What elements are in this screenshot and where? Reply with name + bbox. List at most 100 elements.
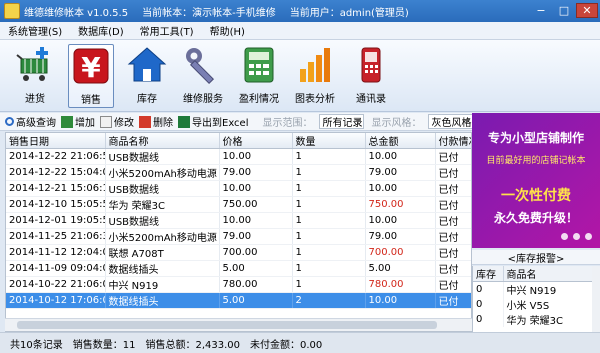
table-row[interactable]: 2014-11-09 09:04:02 数据线插头 5.00 1 5.00 已付 [6,260,471,277]
cell-product: 中兴 N919 [105,276,220,293]
stock-row[interactable]: 0 华为 荣耀3C [473,312,594,327]
inventory-button[interactable]: 库存 [124,44,170,108]
export-excel-label: 导出到Excel [192,118,249,129]
bar-chart-icon [295,44,335,86]
stock-alert-title: <库存报警> [472,250,600,265]
delete-button[interactable]: 删除 [139,114,173,129]
export-excel-button[interactable]: 导出到Excel [178,114,249,129]
style-select[interactable]: 灰色风格 [427,114,473,129]
cell-qty: 1 [292,196,366,213]
col-quantity[interactable]: 数量 [292,133,366,149]
chart-analysis-button[interactable]: 图表分析 [292,44,338,108]
cell-payment: 已付 [435,228,471,245]
inventory-label: 库存 [137,94,157,105]
current-ledger: 当前帐本：演示帐本-手机维修 [142,7,276,19]
wrench-icon [183,44,223,86]
menu-system[interactable]: 系统管理(S) [0,23,70,38]
stock-row[interactable]: 0 中兴 N919 [473,281,594,297]
search-icon [5,117,14,126]
edit-button[interactable]: 修改 [100,114,134,129]
cell-total: 10.00 [365,180,436,197]
purchase-button[interactable]: 进货 [12,44,58,108]
col-sale-date[interactable]: 销售日期 [6,133,106,149]
stock-alert-table: 库存 商品名 0 中兴 N919 0 小米 V5S 0 华为 荣耀3C [472,266,600,332]
status-bar: 共10条记录 销售数量：11 销售总额：2,433.00 未付金额：0.00 [0,332,600,353]
phone-icon [351,44,391,86]
style-label: 显示风格： [371,118,422,129]
cell-date: 2014-12-22 21:06:50 [6,148,106,165]
stock-row[interactable]: 0 小米 V5S [473,297,594,312]
cell-total: 79.00 [365,228,436,245]
add-label: 增加 [75,118,95,129]
menu-help[interactable]: 帮助(H) [202,23,253,38]
table-row[interactable]: 2014-10-12 17:06:02 数据线插头 5.00 2 10.00 已付 [6,292,471,309]
cell-stock-product: 小米 V5S [503,297,594,312]
range-select[interactable]: 所有记录 [318,114,364,129]
col-price[interactable]: 价格 [219,133,293,149]
chart-analysis-label: 图表分析 [295,94,335,105]
vertical-scrollbar[interactable] [592,266,600,332]
menu-tools[interactable]: 常用工具(T) [132,23,202,38]
repair-service-button[interactable]: 维修服务 [180,44,226,108]
cell-date: 2014-12-21 15:06:11 [6,180,106,197]
cell-total: 10.00 [365,212,436,229]
col-product-name[interactable]: 商品名称 [105,133,220,149]
svg-text:¥: ¥ [81,51,101,84]
cell-payment: 已付 [435,292,471,309]
profit-button[interactable]: 盈利情况 [236,44,282,108]
delete-icon [139,115,151,128]
unpaid-amount: 未付金额：0.00 [250,339,323,351]
cell-total: 10.00 [365,292,436,309]
yen-icon: ¥ [71,45,111,87]
carousel-dot[interactable] [585,233,592,240]
col-payment[interactable]: 付款情况 [435,133,471,149]
sales-label: 销售 [81,95,101,106]
cell-stock-qty: 0 [473,297,504,312]
table-header: 销售日期 商品名称 价格 数量 总金额 付款情况 [6,133,471,149]
promo-line-4: 永久免费升级！ [493,211,578,225]
cell-stock-product: 中兴 N919 [503,281,594,297]
menu-database[interactable]: 数据库(D) [70,23,132,38]
cell-price: 79.00 [219,228,293,245]
cell-price: 79.00 [219,164,293,181]
maximize-icon[interactable]: □ [553,3,575,18]
scrollbar-thumb[interactable] [17,321,437,329]
carousel-dot[interactable] [573,233,580,240]
contacts-button[interactable]: 通讯录 [348,44,394,108]
table-row[interactable]: 2014-11-12 12:04:01 联想 A708T 700.00 1 700.00… [6,244,471,261]
edit-label: 修改 [114,118,134,129]
edit-icon [100,115,112,128]
sales-table: 销售日期 商品名称 价格 数量 总金额 付款情况 2014-12-22 21:0… [5,132,472,332]
close-icon[interactable]: ✕ [576,3,598,18]
table-row[interactable]: 2014-10-22 21:06:04 中兴 N919 780.00 1 780.00 已… [6,276,471,293]
table-row[interactable]: 2014-12-01 19:05:55 USB数据线 10.00 1 10.00 已付 [6,212,471,229]
cell-price: 700.00 [219,244,293,261]
chevron-down-icon [354,119,361,123]
cell-payment: 已付 [435,260,471,277]
col-stock-product[interactable]: 商品名 [503,266,594,282]
cell-payment: 已付 [435,196,471,213]
table-row[interactable]: 2014-12-21 15:06:11 USB数据线 10.00 1 10.00 已付 [6,180,471,197]
carousel-dot[interactable] [561,233,568,240]
horizontal-scrollbar[interactable] [5,318,472,331]
sales-button[interactable]: ¥ 销售 [68,44,114,108]
table-row[interactable]: 2014-12-22 15:04:02 小米5200mAh移动电源 79.00 1 79… [6,164,471,181]
cell-total: 750.00 [365,196,436,213]
cell-price: 750.00 [219,196,293,213]
cell-qty: 1 [292,212,366,229]
table-row[interactable]: 2014-12-10 15:05:50 华为 荣耀3C 750.00 1 750.00 已… [6,196,471,213]
minimize-icon[interactable]: − [530,3,552,18]
add-button[interactable]: 增加 [61,114,95,129]
table-row[interactable]: 2014-11-25 21:06:37 小米5200mAh移动电源 79.00 1 79… [6,228,471,245]
cell-stock-qty: 0 [473,312,504,327]
cell-product: USB数据线 [105,148,220,165]
calculator-icon [239,44,279,86]
advanced-query-button[interactable]: 高级查询 [5,114,56,129]
col-stock[interactable]: 库存 [473,266,504,282]
table-row[interactable]: 2014-12-22 21:06:50 USB数据线 10.00 1 10.00 已付 [6,148,471,165]
promo-banner[interactable]: 专为小型店铺制作 目前最好用的店铺记帐本 一次性付费 永久免费升级！ [472,113,600,248]
add-icon [61,115,73,128]
cell-date: 2014-11-25 21:06:37 [6,228,106,245]
contacts-label: 通讯录 [356,94,386,105]
col-total[interactable]: 总金额 [365,133,436,149]
